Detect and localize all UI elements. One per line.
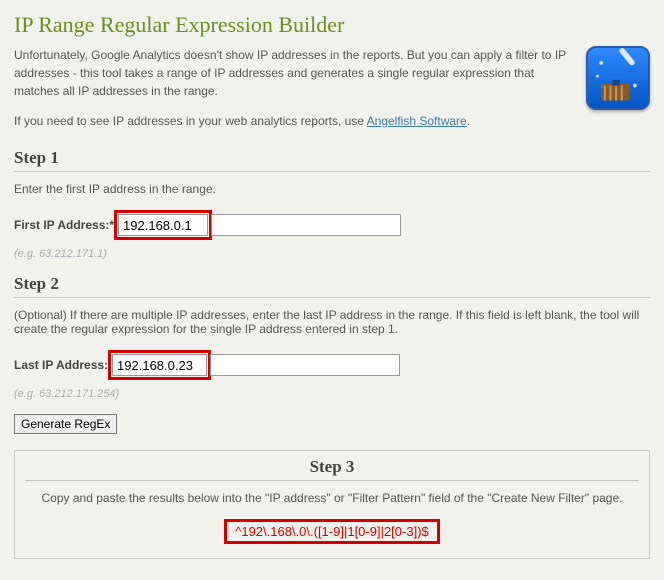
broom-icon: [586, 46, 650, 110]
step2-heading: Step 2: [14, 274, 650, 298]
need-prefix: If you need to see IP addresses in your …: [14, 114, 367, 128]
last-ip-input[interactable]: [112, 354, 207, 376]
last-ip-highlight: [108, 350, 211, 380]
need-suffix: .: [467, 114, 470, 128]
step2-instructions: (Optional) If there are multiple IP addr…: [14, 308, 650, 336]
last-ip-input-extra[interactable]: [210, 354, 400, 376]
regex-highlight: ^192\.168\.0\.([1-9]|1[0-9]|2[0-3])$: [224, 519, 440, 544]
first-ip-label: First IP Address:*: [14, 218, 114, 232]
intro-need-line: If you need to see IP addresses in your …: [14, 112, 576, 130]
regex-output: ^192\.168\.0\.([1-9]|1[0-9]|2[0-3])$: [235, 524, 429, 539]
intro-paragraph: Unfortunately, Google Analytics doesn't …: [14, 46, 576, 100]
step3-heading: Step 3: [25, 457, 639, 481]
generate-regex-button[interactable]: Generate RegEx: [14, 414, 117, 434]
step1-instructions: Enter the first IP address in the range.: [14, 182, 650, 196]
first-ip-input[interactable]: [118, 214, 208, 236]
step2-example: (e.g. 63.212.171.254): [14, 388, 650, 400]
last-ip-label: Last IP Address:: [14, 358, 108, 372]
angelfish-link[interactable]: Angelfish Software: [367, 114, 467, 128]
step1-heading: Step 1: [14, 148, 650, 172]
page-title: IP Range Regular Expression Builder: [14, 12, 650, 38]
first-ip-highlight: [114, 210, 212, 240]
result-panel: Step 3 Copy and paste the results below …: [14, 450, 650, 559]
step1-example: (e.g. 63.212.171.1): [14, 248, 650, 260]
step3-instructions: Copy and paste the results below into th…: [25, 491, 639, 505]
first-ip-input-extra[interactable]: [211, 214, 401, 236]
